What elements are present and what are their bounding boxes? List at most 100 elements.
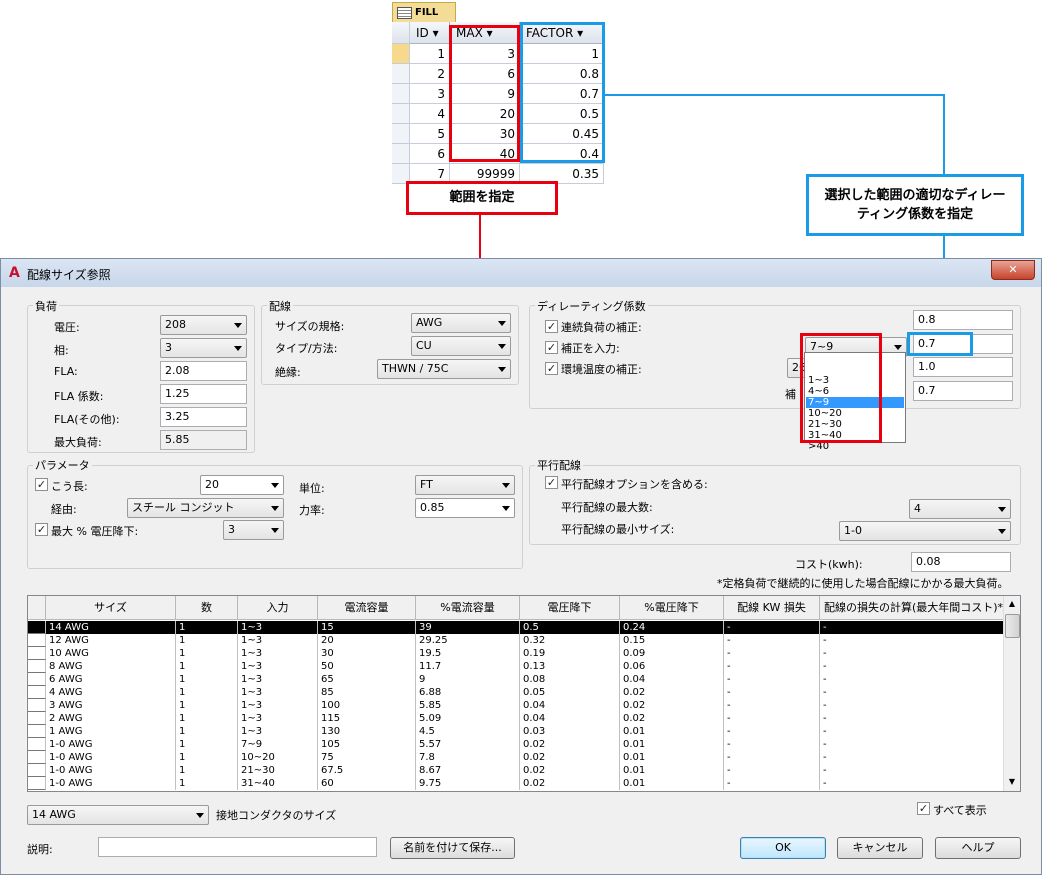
table-cell: 1~3: [238, 673, 318, 686]
table-cell: 115: [318, 712, 416, 725]
voltage-select[interactable]: 208: [160, 315, 247, 335]
grid-column-header[interactable]: 電流容量: [318, 596, 416, 620]
table-cell: 0.24: [620, 621, 724, 634]
save-as-button[interactable]: 名前を付けて保存...: [390, 837, 515, 859]
row-header[interactable]: [28, 751, 46, 764]
table-row[interactable]: 1-0 AWG 1 31~40 60 9.75 0.02 0.01- -: [28, 777, 1008, 790]
ambient-checkbox[interactable]: ✓: [545, 362, 558, 375]
vdrop-checkbox[interactable]: ✓: [35, 523, 48, 536]
table-cell: 0.01: [620, 751, 724, 764]
show-all-checkbox[interactable]: ✓: [917, 802, 930, 815]
vdrop-select[interactable]: 3: [223, 520, 284, 540]
scroll-thumb[interactable]: [1005, 614, 1020, 638]
table-row[interactable]: 8 AWG 1 1~3 50 11.7 0.13 0.06- -: [28, 660, 1008, 673]
grid-column-header[interactable]: 電圧降下: [520, 596, 620, 620]
table-cell: 19.5: [416, 647, 520, 660]
table-cell: 0.08: [520, 673, 620, 686]
table-row[interactable]: 6 AWG 1 1~3 65 9 0.08 0.04- -: [28, 673, 1008, 686]
table-row[interactable]: 4 AWG 1 1~3 85 6.88 0.05 0.02- -: [28, 686, 1008, 699]
parallel-min-select[interactable]: 1-0: [839, 521, 1011, 541]
row-header[interactable]: [28, 686, 46, 699]
grid-column-header[interactable]: 数: [176, 596, 238, 620]
row-header[interactable]: [28, 673, 46, 686]
chevron-down-icon: [998, 529, 1006, 534]
table-cell: 67.5: [318, 764, 416, 777]
table-row[interactable]: 14 AWG 1 1~3 15 39 0.5 0.24- -: [28, 621, 1008, 634]
grid-column-header[interactable]: 配線の損失の計算(最大年間コスト)*: [820, 596, 1008, 620]
table-row[interactable]: 1-0 AWG 1 10~20 75 7.8 0.02 0.01- -: [28, 751, 1008, 764]
cancel-button[interactable]: キャンセル: [837, 837, 923, 859]
table-row[interactable]: 3 AWG 1 1~3 100 5.85 0.04 0.02- -: [28, 699, 1008, 712]
length-combo[interactable]: 20: [200, 475, 284, 495]
fla-factor-field[interactable]: 1.25: [160, 384, 247, 404]
table-cell: 0.02: [620, 712, 724, 725]
route-select[interactable]: スチール コンジット: [127, 498, 284, 518]
row-header[interactable]: [28, 647, 46, 660]
fla-field[interactable]: 2.08: [160, 361, 247, 381]
row-header[interactable]: [28, 660, 46, 673]
ground-size-select[interactable]: 14 AWG: [27, 805, 209, 825]
row-header[interactable]: [28, 738, 46, 751]
scroll-up-icon[interactable]: ▲: [1004, 596, 1020, 612]
range-select-highlight: [800, 333, 882, 443]
fill-checkbox[interactable]: ✓: [545, 341, 558, 354]
continuous-checkbox[interactable]: ✓: [545, 320, 558, 333]
table-cell: 20: [318, 634, 416, 647]
scroll-down-icon[interactable]: ▼: [1004, 774, 1020, 790]
chevron-down-icon: [196, 813, 204, 818]
table-row[interactable]: 1-0 AWG 1 7~9 105 5.57 0.02 0.01- -: [28, 738, 1008, 751]
row-header[interactable]: [28, 764, 46, 777]
phase-select[interactable]: 3: [160, 338, 247, 358]
table-cell: -: [724, 738, 820, 751]
ambient-value[interactable]: 1.0: [913, 357, 1013, 377]
table-cell: 8 AWG: [46, 660, 176, 673]
row-header[interactable]: [28, 634, 46, 647]
parallel-max-select[interactable]: 4: [909, 499, 1011, 519]
grid-column-header[interactable]: 入力: [238, 596, 318, 620]
chevron-down-icon: [271, 483, 279, 488]
table-cell: -: [820, 777, 1008, 790]
table-row[interactable]: 2 AWG 1 1~3 115 5.09 0.04 0.02- -: [28, 712, 1008, 725]
grid-column-header[interactable]: 配線 KW 損失: [724, 596, 820, 620]
grid-column-header[interactable]: %電圧降下: [620, 596, 724, 620]
help-button[interactable]: ヘルプ: [935, 837, 1021, 859]
size-std-label: サイズの規格:: [275, 320, 345, 333]
grid-scrollbar[interactable]: ▲ ▼: [1003, 596, 1020, 791]
row-header[interactable]: [28, 621, 46, 634]
type-select[interactable]: CU: [411, 336, 511, 356]
parallel-checkbox[interactable]: ✓: [545, 476, 558, 489]
grid-column-header[interactable]: %電流容量: [416, 596, 520, 620]
pf-combo[interactable]: 0.85: [415, 498, 515, 518]
grid-column-header[interactable]: サイズ: [46, 596, 176, 620]
close-button[interactable]: ✕: [991, 260, 1035, 280]
insulation-select[interactable]: THWN / 75C: [377, 359, 511, 379]
table-cell: 0.02: [620, 699, 724, 712]
row-header[interactable]: [28, 777, 46, 790]
cost-field[interactable]: 0.08: [911, 552, 1011, 572]
row-header[interactable]: [28, 699, 46, 712]
table-cell: 100: [318, 699, 416, 712]
row-header[interactable]: [28, 725, 46, 738]
table-cell: -: [724, 673, 820, 686]
table-cell: 1: [176, 673, 238, 686]
ok-button[interactable]: OK: [740, 837, 826, 859]
table-row[interactable]: 12 AWG 1 1~3 20 29.25 0.32 0.15- -: [28, 634, 1008, 647]
fla-factor-label: FLA 係数:: [54, 390, 104, 403]
table-cell: 9: [416, 673, 520, 686]
continuous-label: 連続負荷の補正:: [561, 321, 642, 334]
size-std-select[interactable]: AWG: [411, 313, 511, 333]
close-icon: ✕: [1008, 263, 1018, 276]
table-row[interactable]: 1 AWG 1 1~3 130 4.5 0.03 0.01- -: [28, 725, 1008, 738]
table-cell: 1: [176, 764, 238, 777]
row-header[interactable]: [28, 712, 46, 725]
table-row[interactable]: 1-0 AWG 1 21~30 67.5 8.67 0.02 0.01- -: [28, 764, 1008, 777]
description-field[interactable]: [98, 837, 377, 857]
continuous-value[interactable]: 0.8: [913, 310, 1013, 330]
table-cell: -: [820, 621, 1008, 634]
unit-select[interactable]: FT: [415, 475, 515, 495]
table-row[interactable]: 10 AWG 1 1~3 30 19.5 0.19 0.09- -: [28, 647, 1008, 660]
fla-other-field[interactable]: 3.25: [160, 407, 247, 427]
parallel-max-label: 平行配線の最大数:: [561, 501, 653, 514]
length-checkbox[interactable]: ✓: [35, 478, 48, 491]
fourth-factor-value[interactable]: 0.7: [913, 381, 1013, 401]
